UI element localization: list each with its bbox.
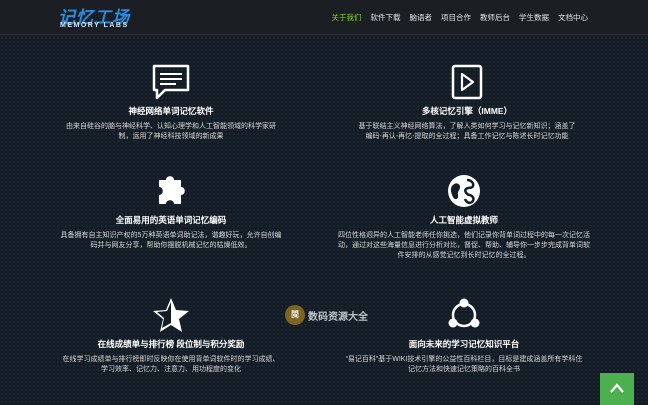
feature-description: “易记百科”基于WIKI技术引擎的公益性百科栏目，目标是建成涵盖所有学科住记忆方… [345, 356, 583, 373]
top-navigation-bar: 记忆工场 MEMORY LABS 关于我们 软件下载 脑语者 项目合作 教师后台… [0, 0, 648, 35]
feature-title: 在线成绩单与排行榜 段位制与积分奖励 [97, 339, 245, 349]
nav-project-cooperation[interactable]: 项目合作 [441, 12, 471, 23]
feature-title: 神经网络单词记忆软件 [128, 106, 214, 116]
main-nav: 关于我们 软件下载 脑语者 项目合作 教师后台 学生数据 文档中心 [332, 0, 589, 34]
nav-software-download[interactable]: 软件下载 [371, 12, 401, 23]
feature-card-neural-software: 神经网络单词记忆软件 由来自硅谷的脑与神经科学、认知心理学和人工智能领域的科学家… [60, 63, 282, 142]
share-icon [448, 298, 480, 328]
feature-card-leaderboard: 在线成绩单与排行榜 段位制与积分奖励 在线学习成绩单与排行榜即时反映你在使用背单… [60, 296, 282, 375]
chevron-up-icon [610, 383, 624, 393]
logo-subtitle: MEMORY LABS [60, 22, 129, 29]
feature-description: 四位性格迥异的人工智能老师任你挑选，他们记录你背单词过程中的每一次记忆活动，通过… [338, 232, 590, 259]
chat-bubble-icon [152, 64, 190, 100]
globe-icon [448, 175, 480, 207]
nav-teacher-backend[interactable]: 教师后台 [480, 12, 510, 23]
nav-student-data[interactable]: 学生数据 [519, 12, 549, 23]
scroll-to-top-button[interactable] [600, 373, 634, 405]
nav-document-center[interactable]: 文档中心 [558, 12, 588, 23]
feature-description: 在线学习成绩单与排行榜即时反映你在使用背单词软件时的学习成绩、学习效率、记忆力、… [62, 356, 280, 373]
feature-card-word-encoding: 全面易用的英语单词记忆编码 具备拥有自主知识产权的5万种英语单词助记法，谐趣好玩… [60, 172, 282, 251]
feature-description: 基于联结主义神经网络算法，了解人类如何学习与记忆新知识；涵盖了编码-再认-再忆-… [358, 123, 576, 140]
play-icon [451, 64, 483, 100]
nav-brain-speaker[interactable]: 脑语者 [410, 12, 433, 23]
watermark-logo: 閩 数码资源大全 [285, 301, 369, 329]
feature-card-knowledge-platform: 面向未来的学习记忆知识平台 “易记百科”基于WIKI技术引擎的公益性百科栏目，目… [343, 296, 585, 375]
feature-description: 由来自硅谷的脑与神经科学、认知心理学和人工智能领域的科学家研制，运用了神经科技领… [66, 123, 276, 140]
memory-labs-logo[interactable]: 记忆工场 MEMORY LABS [58, 3, 158, 31]
feature-title: 全面易用的英语单词记忆编码 [115, 215, 227, 225]
feature-title: 面向未来的学习记忆知识平台 [408, 339, 520, 349]
star-icon [153, 298, 189, 332]
nav-about-us[interactable]: 关于我们 [332, 12, 362, 23]
watermark-text: 数码资源大全 [308, 311, 368, 323]
feature-title: 多核记忆引擎（IMME） [421, 106, 513, 116]
feature-card-memory-engine: 多核记忆引擎（IMME） 基于联结主义神经网络算法，了解人类如何学习与记忆新知识… [356, 63, 578, 142]
feature-description: 具备拥有自主知识产权的5万种英语单词助记法，谐趣好玩，允许自创编码并与网友分享，… [60, 232, 282, 249]
feature-title: 人工智能虚拟教师 [429, 215, 498, 225]
watermark-seal: 閩 [285, 305, 305, 325]
puzzle-icon [159, 176, 185, 204]
feature-card-ai-teacher: 人工智能虚拟教师 四位性格迥异的人工智能老师任你挑选，他们记录你背单词过程中的每… [338, 172, 590, 261]
